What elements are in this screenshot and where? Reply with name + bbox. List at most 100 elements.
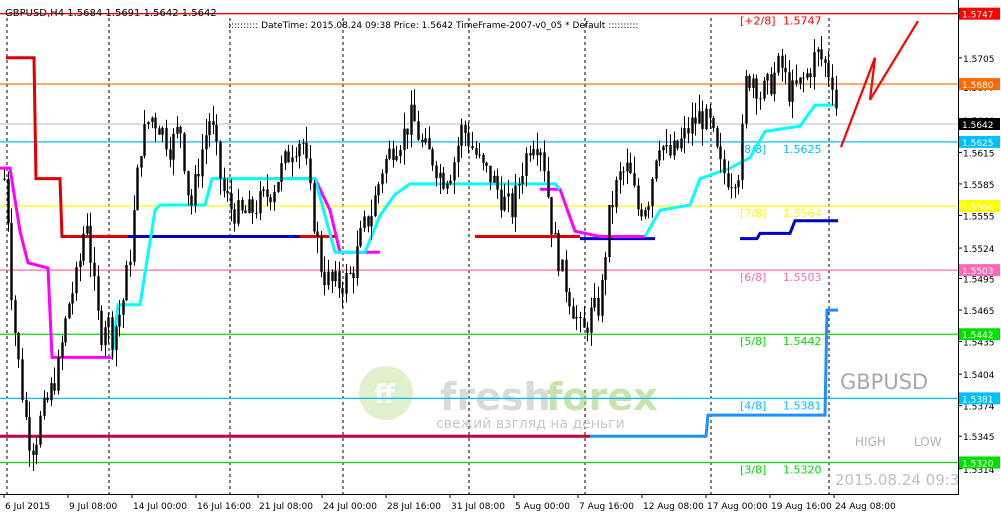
candle-body (788, 72, 791, 102)
time-tick-label: 12 Aug 08:00 (643, 502, 704, 512)
candle-body (773, 72, 776, 95)
candle-body (140, 156, 143, 168)
candle-body (374, 195, 377, 217)
candle-body (413, 104, 416, 122)
candle-body (291, 157, 294, 163)
candle-body (698, 111, 701, 124)
candle-body (201, 149, 204, 177)
high-label: HIGH (855, 435, 886, 449)
price-tick-label: 1.5705 (963, 55, 995, 65)
murray-level-value: 1.5503 (783, 271, 822, 284)
candle-body (755, 78, 758, 99)
candle-body (619, 171, 622, 180)
murray-level-tag: [4/8] (740, 399, 766, 412)
candle-body (651, 178, 654, 207)
murray-level-value: 1.5442 (783, 335, 822, 348)
candle-body (223, 178, 226, 192)
price-badge-label: 1.5747 (962, 11, 994, 21)
candle-body (349, 272, 352, 274)
murray-level-tag: [5/8] (740, 335, 766, 348)
price-tick-label: 1.5585 (963, 181, 995, 191)
candle-body (61, 342, 64, 358)
price-chart[interactable]: ff fresh forex свежий взгляд на деньги G… (0, 0, 1001, 516)
candle-body (579, 316, 582, 318)
candle-body (575, 316, 578, 319)
candle-body (190, 195, 193, 206)
candle-body (320, 236, 323, 272)
candle-body (122, 300, 125, 315)
candle-body (824, 59, 827, 63)
price-badge-label: 1.5381 (962, 395, 994, 405)
symbol-header: GBPUSD,H4 1.5684 1.5691 1.5642 1.5642 (5, 8, 217, 19)
candle-body (244, 210, 247, 214)
murray-level-tag: [+2/8] (740, 15, 776, 28)
candle-body (536, 149, 539, 156)
candle-body (518, 183, 521, 186)
candle-body (287, 151, 290, 163)
candle-body (745, 75, 748, 124)
candle-body (547, 171, 550, 198)
candle-body (831, 77, 834, 90)
candle-body (327, 271, 330, 286)
candle-body (809, 73, 812, 78)
candle-body (64, 318, 67, 343)
candle-body (17, 332, 20, 360)
candle-body (583, 317, 586, 328)
low-label: LOW (914, 435, 942, 449)
candle-body (406, 128, 409, 135)
candle-body (511, 193, 514, 218)
candle-body (802, 77, 805, 79)
candle-body (655, 160, 658, 179)
candle-body (183, 133, 186, 172)
candle-body (766, 74, 769, 81)
chart-window[interactable]: ff fresh forex свежий взгляд на деньги G… (0, 0, 1001, 516)
candle-body (727, 173, 730, 188)
candle-body (410, 104, 413, 135)
candle-body (719, 146, 722, 160)
candle-body (147, 122, 150, 125)
candle-body (565, 259, 568, 293)
candle-body (633, 173, 636, 186)
candle-body (694, 117, 697, 124)
candle-body (496, 175, 499, 190)
candle-body (86, 225, 89, 234)
candle-body (644, 210, 647, 217)
candle-body (658, 150, 661, 161)
candle-body (730, 187, 733, 189)
candle-body (129, 261, 132, 266)
candle-body (359, 228, 362, 247)
candle-body (485, 162, 488, 166)
candle-body (471, 146, 474, 149)
candle-body (572, 306, 575, 319)
price-badge-label: 1.5625 (962, 139, 994, 149)
candle-body (669, 144, 672, 156)
candle-body (79, 260, 82, 268)
candle-body (104, 327, 107, 346)
candle-body (71, 293, 74, 304)
candle-body (338, 271, 341, 289)
candle-body (662, 146, 665, 151)
candle-body (640, 209, 643, 217)
time-axis: 6 Jul 2015 9 Jul 08:00 14 Jul 00:00 16 Jul … (0, 494, 959, 516)
time-tick-label: 24 Aug 08:00 (835, 502, 896, 512)
candle-body (7, 178, 10, 224)
candle-body (176, 126, 179, 134)
murray-level-value: 1.5381 (783, 399, 822, 412)
murray-level-value: 1.5747 (783, 15, 822, 28)
candle-body (568, 292, 571, 307)
candle-body (14, 300, 17, 333)
indicator-info-line: :::::::::: DateTime: 2015.08.24 09:38 Pr… (228, 21, 639, 31)
candle-body (806, 73, 809, 78)
candle-body (323, 271, 326, 286)
brand-tagline: свежий взгляд на деньги (436, 416, 625, 432)
candle-body (593, 297, 596, 308)
candle-body (683, 128, 686, 139)
candle-body (475, 148, 478, 155)
candle-body (43, 397, 46, 416)
candle-body (309, 158, 312, 184)
candle-body (716, 128, 719, 147)
candle-body (100, 310, 103, 346)
candle-body (752, 78, 755, 89)
candle-body (215, 124, 218, 142)
candle-body (500, 189, 503, 211)
